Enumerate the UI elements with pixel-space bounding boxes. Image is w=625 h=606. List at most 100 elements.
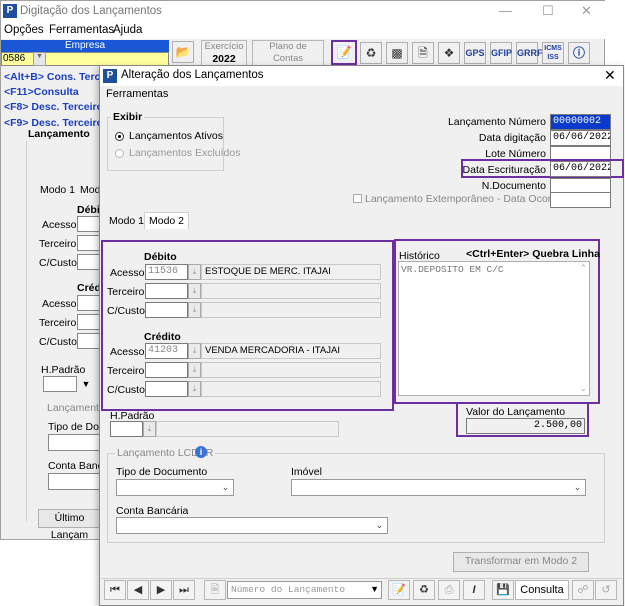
- credito-acesso-field[interactable]: 41203: [145, 343, 188, 359]
- imovel-select[interactable]: ⌄: [291, 479, 586, 496]
- empresa-code-field[interactable]: 0586: [1, 52, 169, 66]
- scroll-up-icon[interactable]: ⌃: [579, 263, 587, 274]
- bg-hpadrao-dropdown-icon[interactable]: ▼: [79, 376, 93, 392]
- lcdpr-info-icon[interactable]: i: [195, 446, 207, 458]
- italic-icon[interactable]: I: [463, 580, 485, 600]
- delete-icon[interactable]: ♻: [360, 42, 382, 64]
- bg-tipo-doc-field[interactable]: [48, 434, 101, 451]
- bg-ccusto2-field[interactable]: [77, 333, 101, 349]
- new-record-icon[interactable]: 🗎: [204, 580, 226, 600]
- tipo-documento-select[interactable]: ⌄: [116, 479, 234, 496]
- delete-record-icon[interactable]: ♻: [413, 580, 435, 600]
- first-record-icon[interactable]: ⏮: [104, 580, 126, 600]
- debito-acesso-field[interactable]: 11536: [145, 264, 188, 280]
- radio-ativos[interactable]: [115, 132, 124, 141]
- empresa-header: Empresa: [1, 40, 169, 52]
- save-icon[interactable]: 💾: [492, 580, 514, 600]
- bg-ccusto-field[interactable]: [77, 254, 101, 270]
- minimize-icon[interactable]: —: [499, 3, 512, 18]
- bg-terceiro-field[interactable]: [77, 235, 101, 251]
- gps-button[interactable]: GPS: [464, 42, 486, 64]
- bg-conta-banc-field[interactable]: [48, 473, 101, 490]
- lanc-numero-field[interactable]: 00000002: [550, 114, 611, 130]
- historico-textarea[interactable]: VR.DEPOSITO EM C/C ⌃ ⌄: [398, 261, 590, 396]
- prev-record-icon[interactable]: ◀: [127, 580, 149, 600]
- numero-lancamento-dropdown-icon: ▼: [370, 584, 379, 594]
- empresa-spin-icon[interactable]: ▼: [33, 52, 46, 66]
- radio-excluidos-label: Lançamentos Excluídos: [129, 147, 241, 159]
- data-digitacao-label: Data digitação: [478, 132, 546, 144]
- consulta-button[interactable]: Consulta: [515, 580, 569, 600]
- gfip-button[interactable]: GFIP: [490, 42, 512, 64]
- hpadrao-lookup-icon[interactable]: ⤓: [143, 421, 156, 437]
- bg-acesso2-field[interactable]: [77, 295, 101, 311]
- maximize-icon[interactable]: ☐: [542, 3, 554, 19]
- next-record-icon[interactable]: ▶: [150, 580, 172, 600]
- settings-diamond-icon[interactable]: ❖: [438, 42, 460, 64]
- tipo-documento-label: Tipo de Documento: [116, 466, 208, 478]
- new-document-icon[interactable]: 🗎: [412, 42, 434, 64]
- tipo-documento-chevron-icon: ⌄: [221, 482, 230, 492]
- credito-ccusto-field[interactable]: [145, 381, 188, 397]
- conta-bancaria-select[interactable]: ⌄: [116, 517, 388, 534]
- radio-ativos-label: Lançamentos Ativos: [129, 130, 223, 142]
- close-icon[interactable]: ✕: [581, 3, 592, 19]
- radio-excluidos[interactable]: [115, 149, 124, 158]
- hpadrao-field[interactable]: [110, 421, 143, 437]
- scroll-down-icon[interactable]: ⌄: [579, 383, 587, 394]
- menu-ajuda[interactable]: Ajuda: [113, 24, 142, 36]
- shortcut-desc-terceiros-f8: <F8> Desc. Terceiros: [4, 101, 109, 113]
- search-binoculars-icon[interactable]: ☍: [572, 580, 594, 600]
- bg-ccusto2-label: C/Custo: [39, 336, 77, 348]
- dialog-menu-ferramentas[interactable]: Ferramentas: [106, 88, 168, 100]
- app-logo-icon: P: [3, 4, 17, 18]
- debito-terceiro-lookup-icon[interactable]: ⤓: [188, 283, 201, 299]
- extemporaneo-date-field[interactable]: [550, 192, 611, 208]
- credito-ccusto-lookup-icon[interactable]: ⤓: [188, 381, 201, 397]
- extemporaneo-checkbox[interactable]: [353, 194, 362, 203]
- edit-lancamento-icon[interactable]: 📝: [331, 40, 357, 65]
- icms-iss-button[interactable]: ICMS ISS: [542, 42, 564, 64]
- edit-record-icon[interactable]: 📝: [388, 580, 410, 600]
- data-escrituracao-field[interactable]: 06/06/2022: [550, 161, 611, 177]
- transformar-modo2-button[interactable]: Transformar em Modo 2: [453, 552, 589, 572]
- debito-terceiro-field[interactable]: [145, 283, 188, 299]
- numero-lancamento-combo[interactable]: Número do Lançamento ▼: [227, 581, 382, 599]
- debito-ccusto-desc: [201, 302, 381, 318]
- alteracao-dialog: P Alteração dos Lançamentos ✕ Ferramenta…: [99, 65, 624, 606]
- conta-bancaria-chevron-icon: ⌄: [375, 520, 384, 530]
- credito-acesso-lookup-icon[interactable]: ⤓: [188, 343, 201, 359]
- debito-ccusto-lookup-icon[interactable]: ⤓: [188, 302, 201, 318]
- bg-acesso-field[interactable]: [77, 216, 101, 232]
- credito-terceiro-lookup-icon[interactable]: ⤓: [188, 362, 201, 378]
- menu-opcoes[interactable]: Opções: [4, 24, 44, 36]
- bg-lancamento-sub-label: Lançamento: [47, 402, 105, 414]
- bg-terceiro2-field[interactable]: [77, 314, 101, 330]
- credito-terceiro-field[interactable]: [145, 362, 188, 378]
- grrf-button[interactable]: GRRF: [516, 42, 543, 64]
- dialog-close-icon[interactable]: ✕: [604, 67, 616, 84]
- data-digitacao-field[interactable]: 06/06/2022: [550, 130, 611, 146]
- tab-modo-2[interactable]: Modo 2: [144, 212, 190, 229]
- bg-hpadrao-field[interactable]: [43, 376, 77, 392]
- debito-acesso-lookup-icon[interactable]: ⤓: [188, 264, 201, 280]
- valor-label: Valor do Lançamento: [466, 406, 566, 418]
- bg-tab-modo1[interactable]: Modo 1: [40, 184, 75, 196]
- info-icon[interactable]: ⓘ: [568, 42, 590, 64]
- menu-ferramentas[interactable]: Ferramentas: [49, 24, 114, 36]
- imovel-chevron-icon: ⌄: [573, 482, 582, 492]
- bg-lancamento-label: Lançamento: [28, 128, 90, 140]
- imovel-label: Imóvel: [291, 466, 322, 478]
- print-preview-icon[interactable]: ▩: [386, 42, 408, 64]
- tab-modo-1[interactable]: Modo 1: [105, 213, 150, 229]
- folder-open-icon[interactable]: 📂: [172, 41, 194, 63]
- last-record-icon[interactable]: ⏭: [173, 580, 195, 600]
- debito-acesso-desc: ESTOQUE DE MERC. ITAJAI: [201, 264, 381, 280]
- undo-icon[interactable]: ↺: [595, 580, 617, 600]
- bg-ultimo-lancamento-button[interactable]: Último Lançam: [38, 509, 101, 541]
- radio-ativos-dot: [118, 135, 121, 138]
- bg-terceiro-label: Terceiro: [39, 238, 77, 250]
- valor-field[interactable]: 2.500,00: [466, 418, 585, 434]
- print-record-icon[interactable]: ⎙: [438, 580, 460, 600]
- debito-ccusto-field[interactable]: [145, 302, 188, 318]
